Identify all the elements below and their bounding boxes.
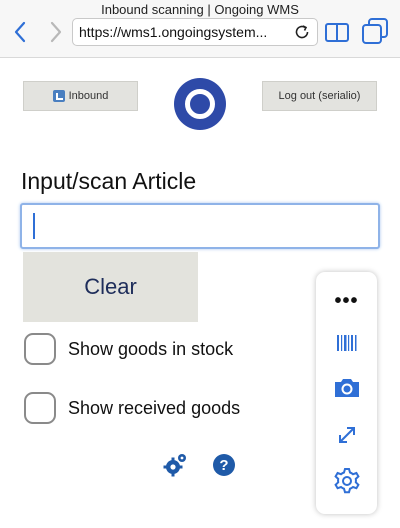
logo-ring-icon <box>185 89 215 119</box>
back-button[interactable] <box>8 20 32 44</box>
reader-view-button[interactable] <box>324 20 350 44</box>
text-caret <box>33 213 35 239</box>
barcode-button[interactable] <box>316 328 377 358</box>
expand-icon <box>338 427 355 443</box>
show-received-goods-checkbox[interactable] <box>24 392 56 424</box>
gears-icon <box>163 454 186 477</box>
logout-label: Log out (serialio) <box>278 90 361 102</box>
show-received-goods-row[interactable]: Show received goods <box>24 392 240 424</box>
camera-button[interactable] <box>316 372 377 402</box>
reload-button[interactable] <box>291 21 313 43</box>
article-field-label: Input/scan Article <box>21 168 197 194</box>
inbound-label: Inbound <box>68 90 109 102</box>
chevron-left-icon <box>14 21 26 43</box>
expand-button[interactable] <box>316 420 377 450</box>
show-goods-in-stock-row[interactable]: Show goods in stock <box>24 333 233 365</box>
show-received-goods-label: Show received goods <box>68 397 241 418</box>
address-bar[interactable]: https://wms1.ongoingsystem... <box>72 18 318 46</box>
more-button[interactable]: ••• <box>316 286 377 316</box>
forward-button[interactable] <box>44 20 68 44</box>
page-title: Inbound scanning | Ongoing WMS <box>101 2 299 17</box>
clear-button[interactable]: Clear <box>23 252 198 322</box>
reload-icon <box>295 25 309 39</box>
show-goods-in-stock-label: Show goods in stock <box>68 338 234 359</box>
tabs-button[interactable] <box>360 16 390 46</box>
logout-button[interactable]: Log out (serialio) <box>262 81 377 111</box>
inbound-button[interactable]: Inbound <box>23 81 138 111</box>
barcode-icon <box>336 335 356 351</box>
url-text: https://wms1.ongoingsystem... <box>79 24 268 40</box>
settings-icon <box>333 468 360 494</box>
scanner-toolbar: ••• <box>316 272 377 514</box>
help-button[interactable]: ? <box>213 454 235 476</box>
article-input[interactable] <box>20 203 380 249</box>
show-goods-in-stock-checkbox[interactable] <box>24 333 56 365</box>
toolbar-settings-button[interactable] <box>316 466 377 496</box>
back-arrow-icon <box>52 90 65 102</box>
tabs-icon <box>362 18 388 44</box>
browser-toolbar: Inbound scanning | Ongoing WMS https://w… <box>0 0 400 58</box>
camera-icon <box>334 379 359 397</box>
settings-gears-button[interactable] <box>162 452 188 478</box>
book-icon <box>325 23 349 42</box>
app-logo <box>174 78 226 130</box>
chevron-right-icon <box>50 21 62 43</box>
